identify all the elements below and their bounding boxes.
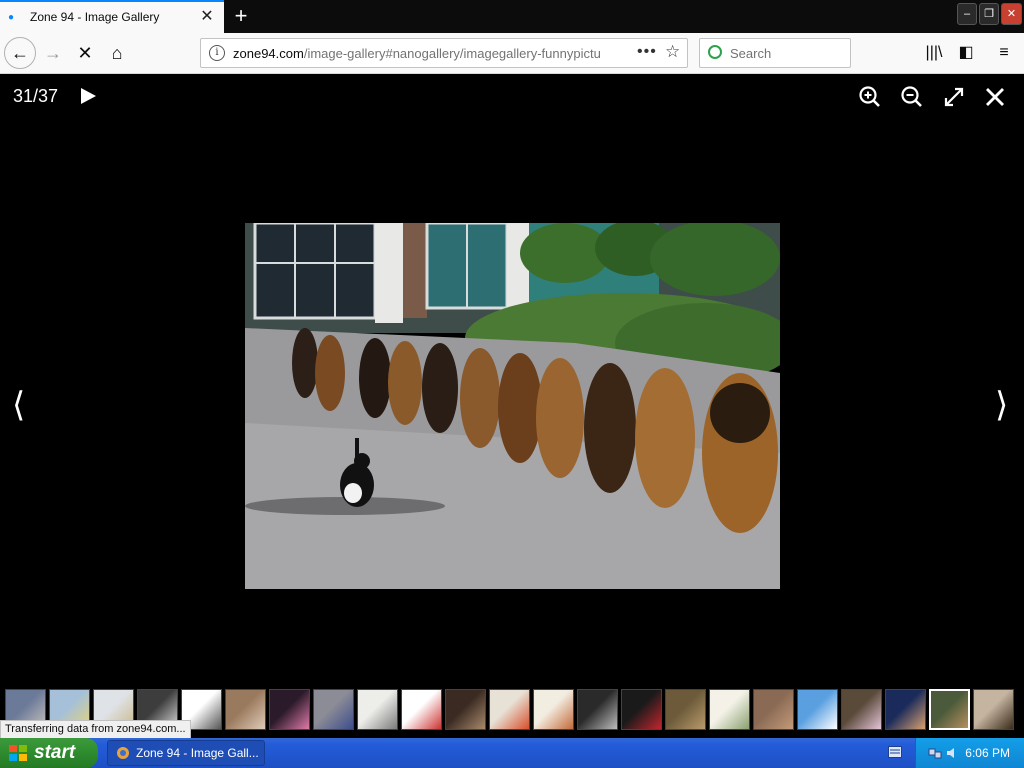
url-path: /image-gallery#nanogallery/imagegallery-… (303, 46, 601, 61)
minimize-button[interactable]: ‒ (957, 3, 977, 25)
app-menu-button[interactable]: ≡ (990, 38, 1018, 68)
forward-button[interactable]: → (38, 38, 68, 68)
navigation-toolbar: ← → ✕ ⌂ i zone94.com/image-gallery#nanog… (0, 33, 1024, 74)
search-box[interactable] (699, 38, 851, 68)
gallery-thumbnail[interactable] (753, 689, 794, 730)
next-image-button[interactable]: ⟩ (995, 385, 1008, 425)
keyboard-icon[interactable] (888, 746, 902, 758)
status-bar: Transferring data from zone94.com... (0, 720, 191, 740)
tab-strip: ● Zone 94 - Image Gallery ✕ + ‒ ❐ ✕ (0, 0, 1024, 33)
start-button[interactable]: start (0, 738, 98, 768)
volume-icon[interactable] (945, 746, 959, 760)
gallery-viewer: 31/37 ⟨ ⟩ (0, 75, 1024, 738)
loading-favicon-icon: ● (8, 12, 15, 23)
sidebar-toggle-button[interactable]: ◧ (952, 38, 980, 68)
search-input[interactable] (730, 44, 845, 62)
start-label: start (34, 742, 76, 763)
gallery-thumbnail[interactable] (357, 689, 398, 730)
fullscreen-button[interactable] (941, 84, 967, 110)
library-button[interactable]: |||\ (920, 38, 948, 68)
home-button[interactable]: ⌂ (102, 38, 132, 68)
gallery-photo (245, 223, 780, 589)
back-button[interactable]: ← (4, 37, 36, 69)
network-icon[interactable] (928, 746, 942, 760)
tab-zone94[interactable]: ● Zone 94 - Image Gallery ✕ (0, 0, 224, 33)
taskbar: start Zone 94 - Image Gall... 6:06 PM (0, 738, 1024, 768)
windows-flag-icon (9, 745, 27, 761)
gallery-thumbnail[interactable] (665, 689, 706, 730)
window-controls: ‒ ❐ ✕ (957, 3, 1024, 29)
previous-image-button[interactable]: ⟨ (12, 385, 25, 425)
image-counter: 31/37 (13, 86, 59, 106)
zoom-in-button[interactable] (857, 84, 883, 110)
taskbar-clock[interactable]: 6:06 PM (965, 746, 1010, 760)
gallery-thumbnail[interactable] (577, 689, 618, 730)
tab-close-button[interactable]: ✕ (199, 7, 215, 27)
url-host: zone94.com (233, 46, 304, 61)
browser-window-icon (117, 747, 129, 759)
gallery-thumbnail[interactable] (841, 689, 882, 730)
taskbar-item-browser[interactable]: Zone 94 - Image Gall... (107, 740, 265, 766)
site-info-icon[interactable]: i (209, 45, 225, 61)
gallery-thumbnail[interactable] (973, 689, 1014, 730)
gallery-thumbnail[interactable] (929, 689, 970, 730)
zoom-out-button[interactable] (899, 84, 925, 110)
search-engine-icon (708, 45, 722, 59)
window-close-button[interactable]: ✕ (1001, 3, 1022, 25)
close-viewer-button[interactable] (982, 84, 1008, 110)
gallery-thumbnail[interactable] (225, 689, 266, 730)
gallery-thumbnail[interactable] (533, 689, 574, 730)
tab-title: Zone 94 - Image Gallery (30, 10, 160, 24)
gallery-thumbnail[interactable] (445, 689, 486, 730)
gallery-thumbnail[interactable] (885, 689, 926, 730)
page-actions-button[interactable]: ••• (637, 43, 657, 61)
url-text[interactable]: zone94.com/image-gallery#nanogallery/ima… (233, 46, 603, 61)
gallery-thumbnail[interactable] (313, 689, 354, 730)
taskbar-item-label: Zone 94 - Image Gall... (136, 746, 259, 760)
restore-button[interactable]: ❐ (979, 3, 999, 25)
address-bar[interactable]: i zone94.com/image-gallery#nanogallery/i… (200, 38, 688, 68)
bookmark-star-icon[interactable]: ☆ (665, 42, 680, 62)
gallery-thumbnail[interactable] (269, 689, 310, 730)
gallery-thumbnail[interactable] (709, 689, 750, 730)
new-tab-button[interactable]: + (232, 3, 250, 29)
stop-loading-button[interactable]: ✕ (70, 38, 100, 68)
system-tray: 6:06 PM (915, 738, 1024, 768)
gallery-thumbnail[interactable] (797, 689, 838, 730)
gallery-thumbnail[interactable] (401, 689, 442, 730)
slideshow-play-button[interactable] (78, 86, 98, 106)
gallery-thumbnail[interactable] (489, 689, 530, 730)
gallery-thumbnail[interactable] (621, 689, 662, 730)
